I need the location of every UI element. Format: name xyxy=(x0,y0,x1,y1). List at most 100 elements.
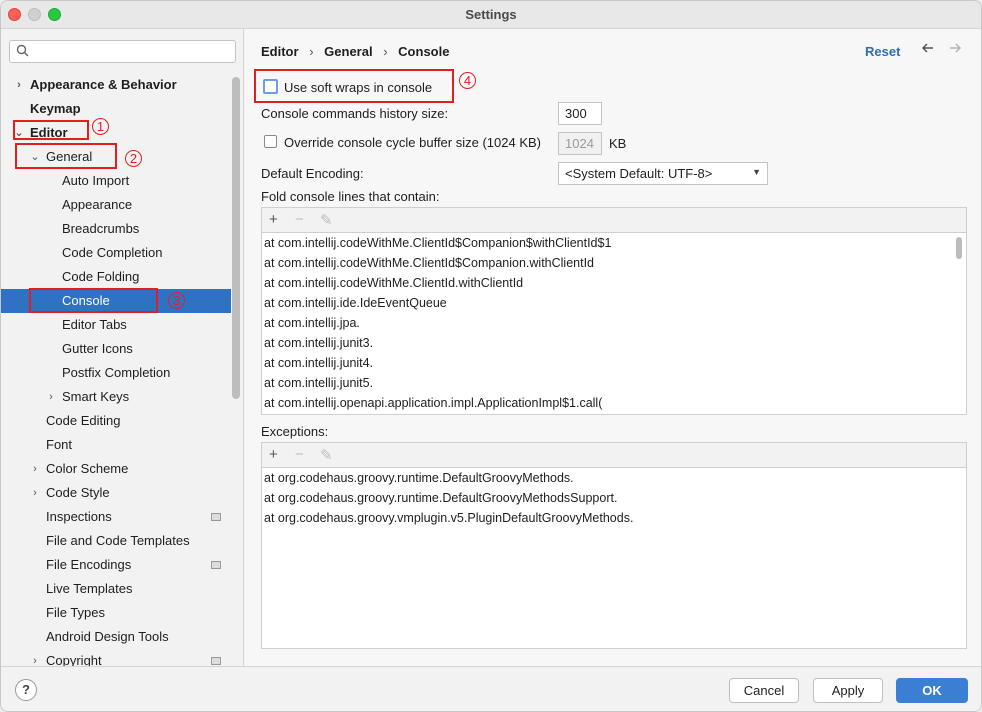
sidebar-item-label: File Types xyxy=(46,605,106,620)
sidebar-item-inspections[interactable]: Inspections xyxy=(1,505,231,529)
ok-button[interactable]: OK xyxy=(896,678,968,703)
list-item[interactable]: at org.codehaus.groovy.runtime.DefaultGr… xyxy=(262,488,966,508)
sidebar-item-label: File Encodings xyxy=(46,557,132,572)
list-item[interactable]: at com.intellij.junit5. xyxy=(262,373,966,393)
sidebar-item-file-encodings[interactable]: File Encodings xyxy=(1,553,231,577)
search-box[interactable] xyxy=(9,40,236,63)
exceptions-toolbar: + − ✎ xyxy=(262,443,966,468)
sidebar-item-label: Gutter Icons xyxy=(62,341,133,356)
project-scope-icon xyxy=(211,513,221,521)
sidebar-item-breadcrumbs[interactable]: Breadcrumbs xyxy=(1,217,231,241)
buffer-size-input[interactable]: 1024 xyxy=(558,132,602,155)
breadcrumb-editor[interactable]: Editor xyxy=(261,44,299,59)
list-item[interactable]: at org.codehaus.groovy.runtime.DefaultGr… xyxy=(262,468,966,488)
sidebar-item-gutter-icons[interactable]: Gutter Icons xyxy=(1,337,231,361)
annotation-box-1 xyxy=(13,120,89,140)
sidebar-item-editor-tabs[interactable]: Editor Tabs xyxy=(1,313,231,337)
list-item[interactable]: at com.intellij.codeWithMe.ClientId$Comp… xyxy=(262,253,966,273)
title-bar: Settings xyxy=(1,1,981,29)
sidebar-item-label: Live Templates xyxy=(46,581,133,596)
sidebar-item-auto-import[interactable]: Auto Import xyxy=(1,169,231,193)
project-scope-icon xyxy=(211,657,221,665)
annotation-box-3 xyxy=(29,288,158,313)
sidebar-item-keymap[interactable]: Keymap xyxy=(1,97,231,121)
chevron-right-icon[interactable]: › xyxy=(29,457,41,481)
arrow-left-icon[interactable] xyxy=(921,41,935,60)
sidebar-item-label: Code Editing xyxy=(46,413,121,428)
sidebar-item-label: Inspections xyxy=(46,509,112,524)
breadcrumb-separator: › xyxy=(383,44,388,59)
encoding-dropdown[interactable]: <System Default: UTF-8> ▼ xyxy=(558,162,768,185)
sidebar-item-file-and-code-templates[interactable]: File and Code Templates xyxy=(1,529,231,553)
sidebar-item-label: Appearance & Behavior xyxy=(30,77,177,92)
cancel-button[interactable]: Cancel xyxy=(729,678,799,703)
remove-icon: − xyxy=(295,446,304,463)
search-input[interactable] xyxy=(36,43,231,60)
override-buffer-checkbox[interactable] xyxy=(264,135,277,148)
sidebar-item-label: Postfix Completion xyxy=(62,365,171,380)
breadcrumb-separator: › xyxy=(309,44,314,59)
sidebar-item-label: Code Folding xyxy=(62,269,140,284)
chevron-right-icon[interactable]: › xyxy=(29,481,41,505)
sidebar-item-label: Appearance xyxy=(62,197,133,212)
sidebar-item-font[interactable]: Font xyxy=(1,433,231,457)
reset-button[interactable]: Reset xyxy=(865,44,900,59)
breadcrumb-general[interactable]: General xyxy=(324,44,372,59)
sidebar-item-postfix-completion[interactable]: Postfix Completion xyxy=(1,361,231,385)
help-icon[interactable]: ? xyxy=(15,679,37,701)
sidebar-item-label: Code Style xyxy=(46,485,110,500)
history-size-input[interactable]: 300 xyxy=(558,102,602,125)
sidebar-item-appearance-behavior[interactable]: › Appearance & Behavior xyxy=(1,73,231,97)
sidebar-item-label: Keymap xyxy=(30,101,81,116)
breadcrumb-console: Console xyxy=(398,44,450,59)
list-item[interactable]: at com.intellij.jpa. xyxy=(262,313,966,333)
sidebar-item-code-folding[interactable]: Code Folding xyxy=(1,265,231,289)
add-icon[interactable]: + xyxy=(269,446,278,463)
sidebar-item-live-templates[interactable]: Live Templates xyxy=(1,577,231,601)
sidebar-item-file-types[interactable]: File Types xyxy=(1,601,231,625)
encoding-value: <System Default: UTF-8> xyxy=(565,166,713,181)
add-icon[interactable]: + xyxy=(269,211,278,228)
sidebar-item-android-design-tools[interactable]: Android Design Tools xyxy=(1,625,231,649)
sidebar-item-label: Font xyxy=(46,437,73,452)
list-item[interactable]: at com.intellij.junit3. xyxy=(262,333,966,353)
sidebar-item-code-editing[interactable]: Code Editing xyxy=(1,409,231,433)
sidebar-item-smart-keys[interactable]: › Smart Keys xyxy=(1,385,231,409)
sidebar-scrollbar[interactable] xyxy=(232,77,240,399)
fold-lines-label: Fold console lines that contain: xyxy=(261,189,440,204)
sidebar-item-label: Color Scheme xyxy=(46,461,129,476)
fold-lines-toolbar: + − ✎ xyxy=(262,208,966,233)
window-title: Settings xyxy=(465,7,517,22)
list-item[interactable]: at com.intellij.ide.IdeEventQueue xyxy=(262,293,966,313)
annotation-number-1: 1 xyxy=(92,118,109,135)
annotation-number-4: 4 xyxy=(459,72,476,89)
sidebar-item-label: File and Code Templates xyxy=(46,533,190,548)
sidebar-item-code-style[interactable]: › Code Style xyxy=(1,481,231,505)
sidebar-item-label: Editor Tabs xyxy=(62,317,127,332)
arrow-right-icon xyxy=(948,41,962,60)
fold-lines-rows: at com.intellij.codeWithMe.ClientId$Comp… xyxy=(262,233,966,414)
sidebar-item-label: Auto Import xyxy=(62,173,130,188)
chevron-right-icon[interactable]: › xyxy=(45,385,57,409)
list-item[interactable]: at org.codehaus.groovy.vmplugin.v5.Plugi… xyxy=(262,508,966,528)
chevron-down-icon: ▼ xyxy=(752,167,761,177)
list-item[interactable]: at com.intellij.codeWithMe.ClientId$Comp… xyxy=(262,233,966,253)
sidebar-item-code-completion[interactable]: Code Completion xyxy=(1,241,231,265)
fold-lines-scrollbar[interactable] xyxy=(956,237,962,259)
annotation-box-4 xyxy=(254,69,454,103)
list-item[interactable]: at com.intellij.junit4. xyxy=(262,353,966,373)
sidebar-item-color-scheme[interactable]: › Color Scheme xyxy=(1,457,231,481)
exceptions-rows: at org.codehaus.groovy.runtime.DefaultGr… xyxy=(262,468,966,648)
list-item[interactable]: at com.intellij.openapi.application.impl… xyxy=(262,393,966,413)
edit-icon: ✎ xyxy=(320,212,333,229)
apply-button[interactable]: Apply xyxy=(813,678,883,703)
exceptions-label: Exceptions: xyxy=(261,424,329,439)
list-item[interactable]: at com.intellij.codeWithMe.ClientId.with… xyxy=(262,273,966,293)
edit-icon: ✎ xyxy=(320,447,333,464)
breadcrumb: Editor › General › Console xyxy=(261,44,456,59)
chevron-right-icon[interactable]: › xyxy=(13,73,25,97)
project-scope-icon xyxy=(211,561,221,569)
sidebar-item-label: Android Design Tools xyxy=(46,629,169,644)
sidebar-item-appearance[interactable]: Appearance xyxy=(1,193,231,217)
encoding-label: Default Encoding: xyxy=(261,166,364,181)
